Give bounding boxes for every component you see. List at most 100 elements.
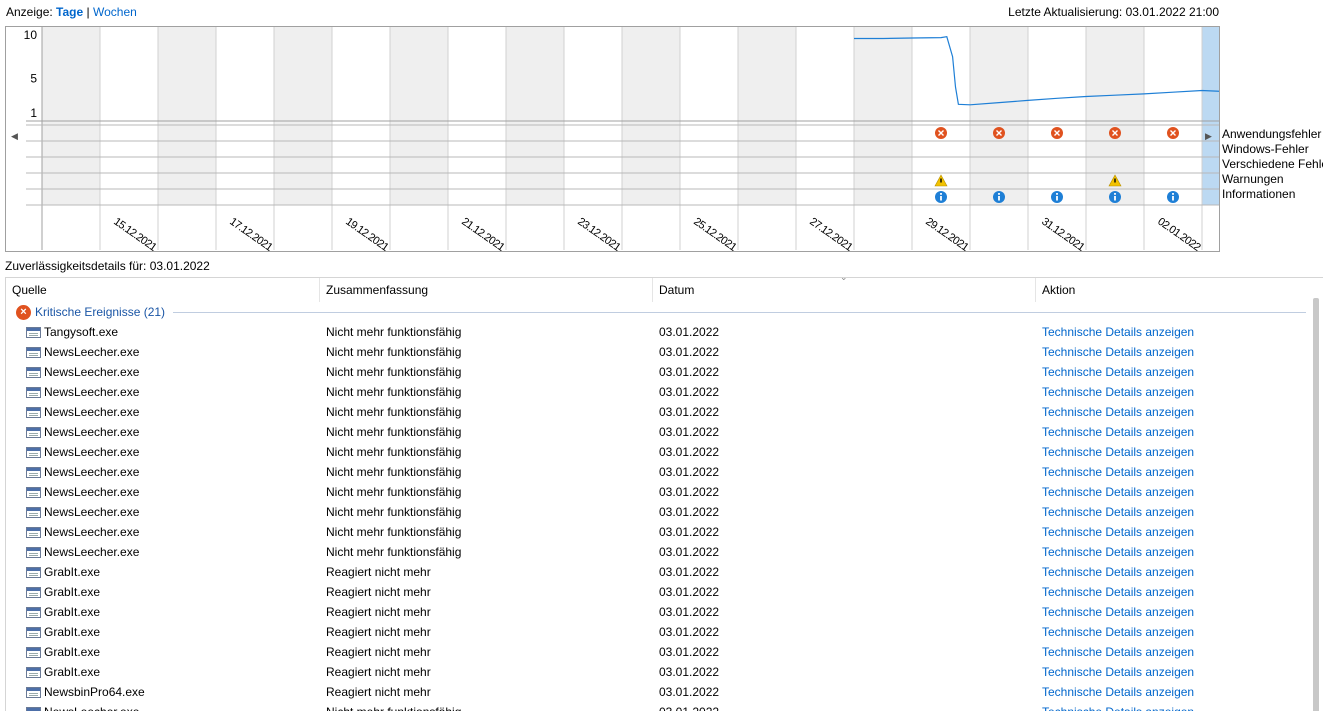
table-row[interactable]: NewsLeecher.exeNicht mehr funktionsfähig… [6, 422, 1309, 442]
table-rows: Tangysoft.exeNicht mehr funktionsfähig03… [6, 322, 1309, 711]
source-cell: NewsLeecher.exe [26, 382, 139, 402]
date-cell: 03.01.2022 [659, 322, 719, 342]
x-tick-label: 29.12.2021 [923, 216, 970, 251]
technical-details-link[interactable]: Technische Details anzeigen [1042, 622, 1194, 642]
date-cell: 03.01.2022 [659, 582, 719, 602]
source-cell: NewsLeecher.exe [26, 502, 139, 522]
application-icon [26, 527, 41, 538]
source-text: GrabIt.exe [44, 562, 100, 582]
table-row[interactable]: NewsLeecher.exeNicht mehr funktionsfähig… [6, 522, 1309, 542]
technical-details-link[interactable]: Technische Details anzeigen [1042, 682, 1194, 702]
technical-details-link[interactable]: Technische Details anzeigen [1042, 562, 1194, 582]
date-cell: 03.01.2022 [659, 542, 719, 562]
date-cell: 03.01.2022 [659, 602, 719, 622]
technical-details-link[interactable]: Technische Details anzeigen [1042, 662, 1194, 682]
summary-cell: Nicht mehr funktionsfähig [326, 542, 461, 562]
reliability-chart-svg: 105115.12.202117.12.202119.12.202121.12.… [6, 27, 1219, 251]
reliability-chart[interactable]: 105115.12.202117.12.202119.12.202121.12.… [5, 26, 1220, 252]
technical-details-link[interactable]: Technische Details anzeigen [1042, 482, 1194, 502]
technical-details-link[interactable]: Technische Details anzeigen [1042, 322, 1194, 342]
application-icon [26, 427, 41, 438]
technical-details-link[interactable]: Technische Details anzeigen [1042, 382, 1194, 402]
group-label: Kritische Ereignisse (21) [35, 305, 165, 319]
table-row[interactable]: Tangysoft.exeNicht mehr funktionsfähig03… [6, 322, 1309, 342]
table-row[interactable]: GrabIt.exeReagiert nicht mehr03.01.2022T… [6, 642, 1309, 662]
day-column [158, 27, 216, 205]
technical-details-link[interactable]: Technische Details anzeigen [1042, 582, 1194, 602]
source-text: NewsLeecher.exe [44, 382, 139, 402]
application-icon [26, 567, 41, 578]
last-update-label: Letzte Aktualisierung: 03.01.2022 21:00 [1008, 5, 1219, 19]
technical-details-link[interactable]: Technische Details anzeigen [1042, 442, 1194, 462]
summary-cell: Reagiert nicht mehr [326, 622, 431, 642]
column-header-source[interactable]: Quelle [6, 278, 320, 302]
table-row[interactable]: NewsLeecher.exeNicht mehr funktionsfähig… [6, 402, 1309, 422]
date-cell: 03.01.2022 [659, 522, 719, 542]
table-row[interactable]: GrabIt.exeReagiert nicht mehr03.01.2022T… [6, 602, 1309, 622]
application-icon [26, 667, 41, 678]
table-row[interactable]: NewsLeecher.exeNicht mehr funktionsfähig… [6, 442, 1309, 462]
source-cell: NewsLeecher.exe [26, 342, 139, 362]
info-icon-dot [1114, 193, 1116, 195]
source-text: NewsLeecher.exe [44, 542, 139, 562]
day-column [100, 27, 158, 205]
view-days-link[interactable]: Tage [56, 5, 83, 19]
technical-details-link[interactable]: Technische Details anzeigen [1042, 462, 1194, 482]
table-row[interactable]: NewsLeecher.exe Nicht mehr funktionsfähig… [6, 502, 1309, 522]
technical-details-link[interactable]: Technische Details anzeigen [1042, 422, 1194, 442]
group-critical-events[interactable]: × Kritische Ereignisse (21) [16, 304, 1306, 320]
summary-cell: Nicht mehr funktionsfähig [326, 502, 461, 522]
table-row[interactable]: NewsbinPro64.exeReagiert nicht mehr03.01… [6, 682, 1309, 702]
source-cell: GrabIt.exe [26, 562, 100, 582]
column-header-summary[interactable]: Zusammenfassung [320, 278, 653, 302]
table-row[interactable]: NewsLeecher.exeNicht mehr funktionsfähig… [6, 342, 1309, 362]
source-text: NewsLeecher.exe [44, 502, 139, 522]
table-row[interactable]: GrabIt.exeReagiert nicht mehr03.01.2022T… [6, 662, 1309, 682]
warning-icon-mark [1114, 179, 1115, 183]
technical-details-link[interactable]: Technische Details anzeigen [1042, 402, 1194, 422]
sort-caret-icon: ⌄ [840, 277, 848, 283]
application-icon [26, 607, 41, 618]
application-icon [26, 627, 41, 638]
application-icon [26, 507, 41, 518]
info-icon-mark [940, 196, 942, 201]
day-column [680, 27, 738, 205]
error-icon: × [16, 305, 31, 320]
date-cell: 03.01.2022 [659, 622, 719, 642]
summary-cell: Reagiert nicht mehr [326, 642, 431, 662]
table-row[interactable]: GrabIt.exeReagiert nicht mehr03.01.2022T… [6, 562, 1309, 582]
table-row[interactable]: NewsLeecher.exeNicht mehr funktionsfähig… [6, 382, 1309, 402]
day-column [390, 27, 448, 205]
table-row[interactable]: NewsLeecher.exeNicht mehr funktionsfähig… [6, 362, 1309, 382]
table-row[interactable]: NewsLeecher.exe Nicht mehr funktionsfähig… [6, 542, 1309, 562]
technical-details-link[interactable]: Technische Details anzeigen [1042, 342, 1194, 362]
source-text: NewsLeecher.exe [44, 342, 139, 362]
source-cell: NewsLeecher.exe [26, 462, 139, 482]
vertical-scrollbar[interactable] [1309, 278, 1323, 711]
technical-details-link[interactable]: Technische Details anzeigen [1042, 542, 1194, 562]
view-weeks-link[interactable]: Wochen [93, 5, 137, 19]
technical-details-link[interactable]: Technische Details anzeigen [1042, 642, 1194, 662]
table-row[interactable]: GrabIt.exeReagiert nicht mehr03.01.2022T… [6, 582, 1309, 602]
technical-details-link[interactable]: Technische Details anzeigen [1042, 362, 1194, 382]
date-cell: 03.01.2022 [659, 362, 719, 382]
table-row[interactable]: GrabIt.exeReagiert nicht mehr03.01.2022T… [6, 622, 1309, 642]
date-cell: 03.01.2022 [659, 502, 719, 522]
column-header-action[interactable]: Aktion [1036, 278, 1309, 302]
table-row[interactable]: NewsLeecher.exeNicht mehr funktionsfähig… [6, 462, 1309, 482]
technical-details-link[interactable]: Technische Details anzeigen [1042, 522, 1194, 542]
summary-cell: Nicht mehr funktionsfähig [326, 442, 461, 462]
x-tick-label: 19.12.2021 [343, 216, 390, 251]
scrollbar-thumb[interactable] [1313, 298, 1319, 711]
summary-cell: Nicht mehr funktionsfähig [326, 422, 461, 442]
info-icon-dot [998, 193, 1000, 195]
technical-details-link[interactable]: Technische Details anzeigen [1042, 502, 1194, 522]
technical-details-link[interactable]: Technische Details anzeigen [1042, 602, 1194, 622]
scroll-right-icon[interactable]: ▶ [1205, 131, 1212, 142]
x-tick-label: 17.12.2021 [227, 216, 274, 251]
application-icon [26, 387, 41, 398]
table-row[interactable]: NewsLeecher.exeNicht mehr funktionsfähig… [6, 482, 1309, 502]
application-icon [26, 407, 41, 418]
scroll-left-icon[interactable]: ◀ [11, 131, 18, 142]
date-cell: 03.01.2022 [659, 482, 719, 502]
